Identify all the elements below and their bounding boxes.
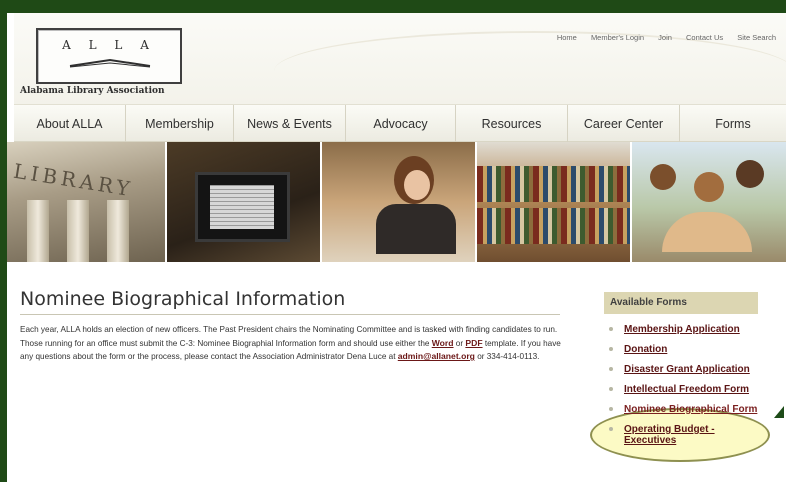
- top-link-site-search[interactable]: Site Search: [737, 33, 776, 42]
- paragraph-text: or 334-414-0113.: [474, 352, 540, 361]
- nav-resources[interactable]: Resources: [456, 105, 568, 143]
- intro-paragraph: Each year, ALLA holds an election of new…: [20, 323, 568, 364]
- email-link[interactable]: admin@allanet.org: [398, 351, 475, 361]
- column-decoration: [107, 200, 129, 262]
- form-link-nominee-biographical[interactable]: Nominee Biographical Form: [604, 404, 758, 415]
- nav-career-center[interactable]: Career Center: [568, 105, 680, 143]
- column-decoration: [67, 200, 89, 262]
- forms-sidebar: Available Forms Membership Application D…: [604, 292, 758, 455]
- nav-about-alla[interactable]: About ALLA: [14, 105, 126, 143]
- face-shape: [404, 170, 430, 200]
- nav-advocacy[interactable]: Advocacy: [346, 105, 456, 143]
- form-link-operating-budget[interactable]: Operating Budget - Executives: [604, 424, 758, 446]
- column-decoration: [27, 200, 49, 262]
- nav-news-events[interactable]: News & Events: [234, 105, 346, 143]
- annotation-arrow: [774, 406, 784, 418]
- bookshelf-row: [477, 166, 630, 202]
- banner-children-reading-image: [632, 142, 786, 262]
- paragraph-text: or: [453, 338, 466, 348]
- header-decoration: [274, 31, 786, 111]
- page-title: Nominee Biographical Information: [20, 288, 346, 310]
- children-group-shape: [662, 212, 752, 252]
- frame-top-border: [0, 0, 786, 13]
- form-link-disaster-grant[interactable]: Disaster Grant Application: [604, 364, 758, 375]
- child-shape: [694, 172, 724, 202]
- library-engraving: LIBRARY: [11, 158, 136, 202]
- word-template-link[interactable]: Word: [432, 338, 454, 348]
- alla-logo[interactable]: A L L A: [36, 28, 182, 84]
- open-book-icon: [69, 58, 151, 68]
- top-link-join[interactable]: Join: [658, 33, 672, 42]
- frame-left-border: [0, 0, 7, 482]
- logo-subtitle: Alabama Library Association: [20, 86, 165, 96]
- sidebar-heading: Available Forms: [604, 292, 758, 314]
- nav-membership[interactable]: Membership: [126, 105, 234, 143]
- nav-forms[interactable]: Forms: [680, 105, 786, 143]
- ereader-screen: [210, 185, 274, 229]
- logo-letters: A L L A: [62, 38, 156, 52]
- banner-reading-woman-image: [322, 142, 477, 262]
- banner-bookshelf-image: [477, 142, 632, 262]
- pdf-template-link[interactable]: PDF: [465, 338, 482, 348]
- banner-library-facade-image: LIBRARY: [7, 142, 167, 262]
- top-link-home[interactable]: Home: [557, 33, 577, 42]
- banner-ereader-image: [167, 142, 322, 262]
- title-divider: [20, 314, 560, 315]
- top-link-members-login[interactable]: Member's Login: [591, 33, 644, 42]
- child-shape: [736, 160, 764, 188]
- top-link-contact[interactable]: Contact Us: [686, 33, 723, 42]
- form-link-membership-application[interactable]: Membership Application: [604, 324, 758, 335]
- main-nav: About ALLA Membership News & Events Advo…: [14, 104, 786, 143]
- bookshelf-row: [477, 208, 630, 244]
- ereader-device: [195, 172, 290, 242]
- child-shape: [650, 164, 676, 190]
- form-link-intellectual-freedom[interactable]: Intellectual Freedom Form: [604, 384, 758, 395]
- body-shape: [376, 204, 456, 254]
- form-link-donation[interactable]: Donation: [604, 344, 758, 355]
- top-links: Home Member's Login Join Contact Us Site…: [545, 33, 776, 42]
- photo-banner: LIBRARY: [7, 142, 786, 262]
- forms-list: Membership Application Donation Disaster…: [604, 324, 758, 446]
